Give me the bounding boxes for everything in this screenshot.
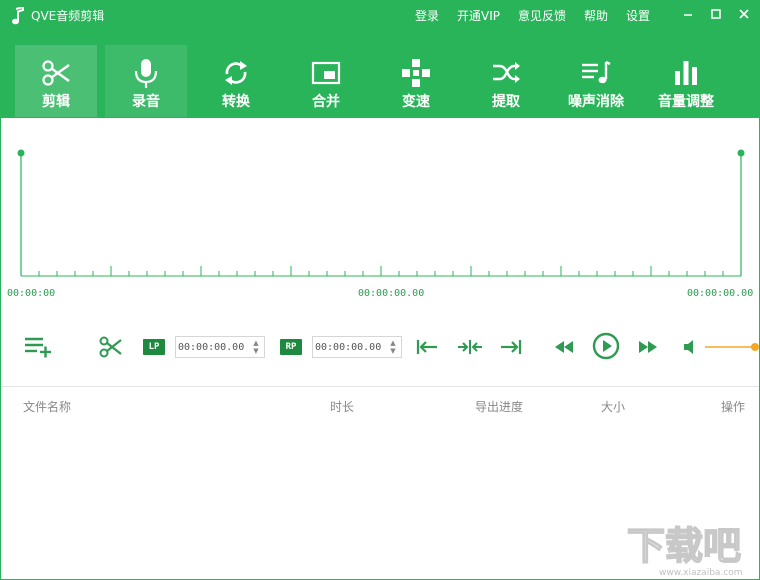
rp-time-spinner[interactable]: ▲ ▼ bbox=[389, 339, 397, 355]
tool-record-label: 录音 bbox=[132, 94, 160, 110]
tool-volume[interactable]: 音量调整 bbox=[645, 45, 727, 117]
tool-record[interactable]: 录音 bbox=[105, 45, 187, 117]
microphone-icon bbox=[130, 57, 162, 89]
tool-merge[interactable]: 合并 bbox=[285, 45, 367, 117]
app-window: QVE音频剪辑 登录 开通VIP 意见反馈 帮助 设置 剪辑 录音 转换 合并 … bbox=[0, 0, 760, 580]
divider bbox=[1, 386, 759, 387]
tool-extract[interactable]: 提取 bbox=[465, 45, 547, 117]
settings-link[interactable]: 设置 bbox=[626, 8, 650, 24]
timeline-middle-time: 00:00:00.00 bbox=[358, 288, 425, 299]
cut-scissors-icon[interactable] bbox=[99, 336, 123, 358]
watermark-url: www.xiazaiba.com bbox=[659, 568, 743, 578]
minimize-icon[interactable] bbox=[677, 5, 699, 23]
watermark-text: 下载吧 bbox=[627, 524, 741, 568]
rp-time-input[interactable] bbox=[315, 339, 387, 355]
scissors-icon bbox=[40, 57, 72, 89]
lp-time-input[interactable] bbox=[178, 339, 250, 355]
jump-to-end-icon[interactable] bbox=[499, 337, 523, 357]
lp-badge[interactable]: LP bbox=[143, 339, 165, 355]
volume-knob bbox=[751, 343, 759, 351]
rp-badge[interactable]: RP bbox=[280, 339, 302, 355]
tool-speed-label: 变速 bbox=[402, 94, 430, 110]
tool-merge-label: 合并 bbox=[312, 94, 340, 110]
rewind-icon[interactable] bbox=[553, 339, 575, 355]
column-file-name: 文件名称 bbox=[23, 400, 72, 414]
speed-icon bbox=[400, 57, 432, 89]
refresh-icon bbox=[220, 57, 252, 89]
playback-controls: LP ▲▼ RP ▲▼ bbox=[1, 327, 759, 367]
top-menu: 登录 开通VIP 意见反馈 帮助 设置 bbox=[415, 8, 668, 24]
music-note-icon bbox=[11, 5, 25, 25]
play-icon[interactable] bbox=[592, 332, 620, 360]
timeline-ruler bbox=[17, 149, 745, 277]
maximize-icon[interactable] bbox=[705, 5, 727, 23]
login-link[interactable]: 登录 bbox=[415, 8, 439, 24]
jump-to-start-icon[interactable] bbox=[415, 337, 439, 357]
tool-extract-label: 提取 bbox=[492, 94, 520, 110]
tool-volume-label: 音量调整 bbox=[658, 94, 714, 110]
waveform-area[interactable]: 00:00:00 00:00:00.00 00:00:00.00 bbox=[1, 118, 759, 308]
watermark-logo: 下载吧 www.xiazaiba.com bbox=[623, 521, 759, 579]
timeline-end-time: 00:00:00.00 bbox=[687, 288, 754, 299]
timeline-start-time: 00:00:00 bbox=[7, 288, 56, 299]
lp-time-spinner[interactable]: ▲ ▼ bbox=[252, 339, 260, 355]
tool-cut-label: 剪辑 bbox=[42, 94, 70, 110]
column-duration: 时长 bbox=[330, 400, 355, 414]
tool-speed[interactable]: 变速 bbox=[375, 45, 457, 117]
column-size: 大小 bbox=[601, 400, 626, 414]
speaker-icon[interactable] bbox=[682, 339, 698, 355]
volume-slider[interactable] bbox=[705, 341, 760, 353]
help-link[interactable]: 帮助 bbox=[584, 8, 608, 24]
add-file-icon[interactable] bbox=[23, 336, 53, 358]
center-split-icon[interactable] bbox=[457, 337, 483, 357]
vip-link[interactable]: 开通VIP bbox=[457, 8, 500, 24]
lp-time-field[interactable]: ▲▼ bbox=[175, 336, 265, 358]
feedback-link[interactable]: 意见反馈 bbox=[518, 8, 566, 24]
merge-icon bbox=[310, 57, 342, 89]
tool-cut[interactable]: 剪辑 bbox=[15, 45, 97, 117]
main-toolbar: 剪辑 录音 转换 合并 变速 提取 噪声消除 音量调整 bbox=[15, 45, 735, 117]
title-bar: QVE音频剪辑 登录 开通VIP 意见反馈 帮助 设置 bbox=[1, 1, 759, 31]
noise-icon bbox=[580, 57, 612, 89]
close-icon[interactable] bbox=[733, 5, 755, 23]
header: QVE音频剪辑 登录 开通VIP 意见反馈 帮助 设置 剪辑 录音 转换 合并 … bbox=[1, 1, 759, 118]
volume-bars-icon bbox=[670, 57, 702, 89]
fast-forward-icon[interactable] bbox=[637, 339, 659, 355]
tool-convert[interactable]: 转换 bbox=[195, 45, 277, 117]
right-marker-handle bbox=[737, 149, 745, 157]
app-title: QVE音频剪辑 bbox=[31, 9, 105, 23]
tool-convert-label: 转换 bbox=[222, 94, 250, 110]
shuffle-icon bbox=[490, 57, 522, 89]
column-export-progress: 导出进度 bbox=[475, 400, 524, 414]
tool-denoise[interactable]: 噪声消除 bbox=[555, 45, 637, 117]
rp-time-field[interactable]: ▲▼ bbox=[312, 336, 402, 358]
column-actions: 操作 bbox=[721, 400, 746, 414]
left-marker-handle bbox=[17, 149, 25, 157]
tool-denoise-label: 噪声消除 bbox=[568, 94, 624, 110]
